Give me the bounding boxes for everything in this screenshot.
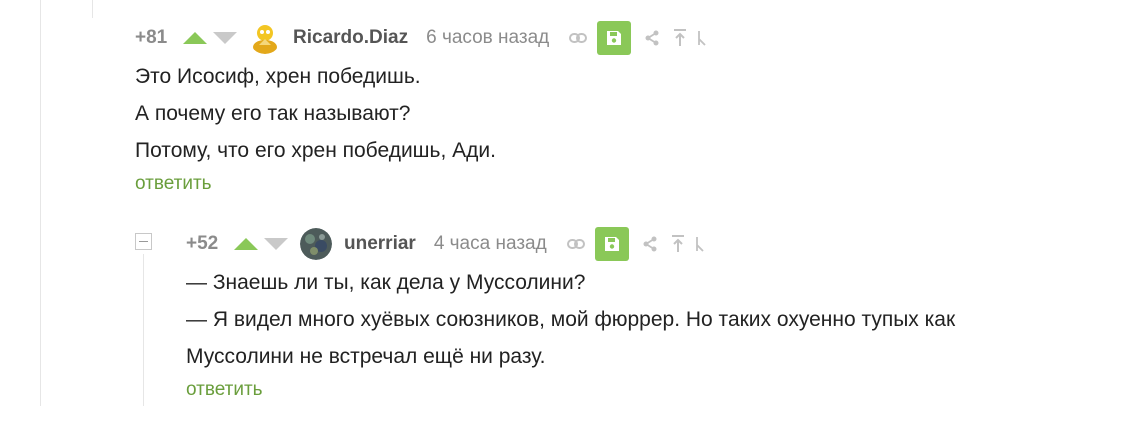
comment-line: — Я видел много хуёвых союзников, мой фю…: [186, 308, 956, 331]
link-icon[interactable]: [569, 32, 588, 44]
arrow-up-icon[interactable]: [673, 29, 687, 47]
share-icon[interactable]: [645, 30, 659, 46]
avatar-character-icon: [253, 25, 277, 54]
save-icon: [607, 31, 622, 45]
username[interactable]: unerriar: [344, 233, 416, 255]
comment-rating: +52: [186, 233, 219, 254]
comment-line: Муссолини не встречал ещё ни разу.: [186, 345, 546, 368]
comment-time[interactable]: 6 часов назад: [426, 27, 549, 49]
avatar[interactable]: [249, 22, 281, 54]
comment-line: Потому, что его хрен победишь, Ади.: [135, 139, 496, 162]
share-icon[interactable]: [643, 236, 657, 252]
thread-branch-line-inner: [143, 254, 144, 406]
reply-link[interactable]: ответить: [186, 379, 955, 401]
comment-header: +81 Ricardo.Diaz 6 часов назад: [135, 21, 709, 55]
comment-body: Это Исосиф, хрен победишь. А почему его …: [135, 58, 709, 169]
arrow-up-icon[interactable]: [671, 235, 685, 253]
comment-time[interactable]: 4 часа назад: [434, 233, 547, 255]
avatar[interactable]: [300, 228, 332, 260]
comment: +81 Ricardo.Diaz 6 часов назад Это Исоси…: [135, 21, 709, 195]
hide-icon[interactable]: [697, 30, 709, 46]
link-icon[interactable]: [566, 238, 585, 250]
vote-down-icon[interactable]: [213, 32, 237, 44]
save-button[interactable]: [597, 21, 632, 55]
thread-branch-line-outer: [40, 0, 41, 406]
reply-link[interactable]: ответить: [135, 173, 709, 195]
vote-up-icon[interactable]: [183, 32, 207, 44]
thread-branch-line-top: [92, 0, 93, 18]
vote-down-icon[interactable]: [264, 238, 288, 250]
username[interactable]: Ricardo.Diaz: [293, 27, 408, 49]
comment-header: +52 unerriar 4 часа назад: [186, 227, 955, 261]
comment-rating: +81: [135, 27, 168, 48]
save-icon: [604, 237, 619, 251]
comment-body: — Знаешь ли ты, как дела у Муссолини? — …: [186, 264, 955, 375]
comment: +52 unerriar 4 часа назад — Знаешь ли ты…: [186, 227, 955, 401]
comment-line: — Знаешь ли ты, как дела у Муссолини?: [186, 271, 586, 294]
comment-line: А почему его так называют?: [135, 102, 411, 125]
hide-icon[interactable]: [695, 236, 707, 252]
comment-line: Это Исосиф, хрен победишь.: [135, 65, 421, 88]
avatar-image-icon: [300, 228, 332, 260]
save-button[interactable]: [594, 227, 629, 261]
vote-up-icon[interactable]: [234, 238, 258, 250]
collapse-icon[interactable]: [135, 233, 152, 250]
